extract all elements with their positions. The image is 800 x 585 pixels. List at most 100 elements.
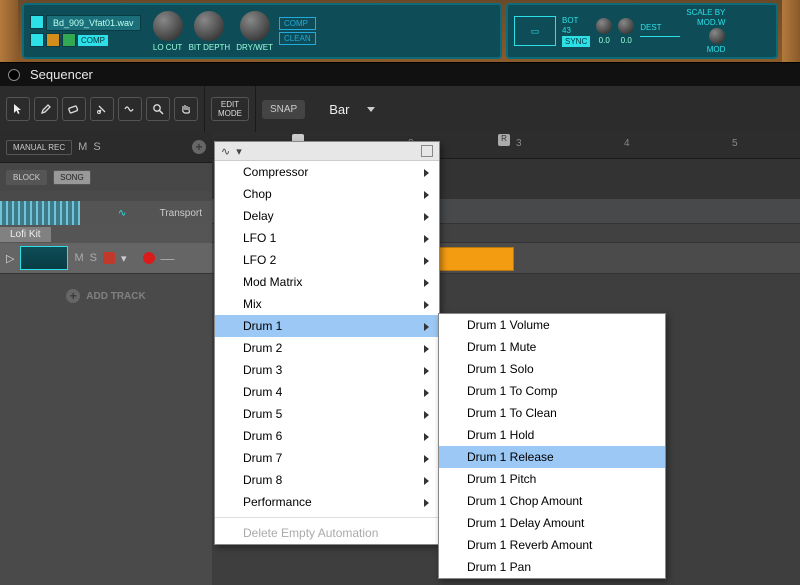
menu-item-performance[interactable]: Performance (215, 491, 439, 513)
menu-item-drum-4[interactable]: Drum 4 (215, 381, 439, 403)
song-button[interactable]: SONG (53, 170, 91, 185)
mute-icon[interactable] (46, 33, 60, 47)
submenu-item-drum-1-mute[interactable]: Drum 1 Mute (439, 336, 665, 358)
knob-mini1[interactable]: 0.0 (596, 18, 612, 45)
dest-line (640, 36, 680, 37)
dash-icon: — (161, 250, 175, 266)
submenu-item-drum-1-pan[interactable]: Drum 1 Pan (439, 556, 665, 578)
automation-icon[interactable]: ∿ (118, 208, 126, 219)
menu-item-lfo-1[interactable]: LFO 1 (215, 227, 439, 249)
close-icon[interactable] (8, 69, 20, 81)
submenu-item-drum-1-reverb-amount[interactable]: Drum 1 Reverb Amount (439, 534, 665, 556)
audio-clip[interactable] (432, 247, 514, 271)
plugin-panel: Bd_909_Vfat01.wav COMP LO CUT BIT DEPTH … (22, 3, 502, 59)
submenu-item-drum-1-solo[interactable]: Drum 1 Solo (439, 358, 665, 380)
menu-item-drum-7[interactable]: Drum 7 (215, 447, 439, 469)
plugin-mod-panel: ▭ BOT 43 SYNC 0.0 0.0 DEST SCALE BY MOD.… (506, 3, 778, 59)
wave-menu-icon[interactable]: ∿ (221, 145, 230, 158)
menu-item-lfo-2[interactable]: LFO 2 (215, 249, 439, 271)
menu-item-drum-8[interactable]: Drum 8 (215, 469, 439, 491)
dest-label: DEST (640, 23, 680, 32)
submenu-item-drum-1-to-clean[interactable]: Drum 1 To Clean (439, 402, 665, 424)
add-icon[interactable]: + (192, 140, 206, 154)
sequencer-header: Sequencer (0, 62, 800, 86)
track-mute[interactable]: M (74, 252, 83, 264)
mute-tool[interactable] (118, 97, 142, 121)
add-track-row[interactable]: + ADD TRACK (0, 282, 212, 310)
lofi-tab[interactable]: Lofi Kit (0, 225, 212, 243)
grid-icon[interactable] (421, 145, 433, 157)
record-arm-icon[interactable] (143, 252, 155, 264)
chevron-down-icon[interactable]: ▾ (236, 145, 242, 158)
master-mute[interactable]: M (78, 141, 87, 153)
wood-left (0, 0, 18, 62)
automation-menu: ∿ ▾ CompressorChopDelayLFO 1LFO 2Mod Mat… (214, 141, 440, 545)
pointer-tool[interactable] (6, 97, 30, 121)
chevron-down-icon[interactable]: ▾ (121, 252, 127, 265)
sync-button[interactable]: SYNC (562, 36, 590, 47)
sample-file-label[interactable]: Bd_909_Vfat01.wav (46, 15, 141, 31)
track-solo[interactable]: S (90, 252, 97, 264)
mod-label: MOD (707, 45, 726, 54)
edit-mode-button[interactable]: EDIT MODE (211, 97, 249, 121)
submenu-item-drum-1-to-comp[interactable]: Drum 1 To Comp (439, 380, 665, 402)
hand-tool[interactable] (174, 97, 198, 121)
knob-bitdepth[interactable]: BIT DEPTH (189, 11, 231, 52)
sequencer-title: Sequencer (30, 67, 93, 82)
loop-icon[interactable] (30, 33, 44, 47)
submenu-item-drum-1-release[interactable]: Drum 1 Release (439, 446, 665, 468)
wave-display[interactable]: ▭ (514, 16, 556, 46)
menu-item-drum-1[interactable]: Drum 1 (215, 315, 439, 337)
razor-tool[interactable] (90, 97, 114, 121)
snap-unit-select[interactable]: Bar (329, 102, 375, 117)
block-button[interactable]: BLOCK (6, 170, 47, 185)
knob-drywet[interactable]: DRY/WET (236, 11, 273, 52)
menu-item-delay[interactable]: Delay (215, 205, 439, 227)
zoom-tool[interactable] (146, 97, 170, 121)
add-track-label: ADD TRACK (86, 291, 145, 302)
submenu-item-drum-1-chop-amount[interactable]: Drum 1 Chop Amount (439, 490, 665, 512)
submenu-item-drum-1-delay-amount[interactable]: Drum 1 Delay Amount (439, 512, 665, 534)
comp-button[interactable]: COMP (279, 17, 316, 30)
scale-by-label: SCALE BY (686, 8, 725, 17)
menu-item-compressor[interactable]: Compressor (215, 161, 439, 183)
submenu-item-drum-1-volume[interactable]: Drum 1 Volume (439, 314, 665, 336)
lofi-track-row[interactable]: ▷ M S ▾ — (0, 243, 212, 274)
submenu-item-drum-1-pitch[interactable]: Drum 1 Pitch (439, 468, 665, 490)
track-header: MANUAL REC M S + (0, 132, 212, 163)
knob-mini2[interactable]: 0.0 (618, 18, 634, 45)
pencil-tool[interactable] (34, 97, 58, 121)
clean-button[interactable]: CLEAN (279, 32, 316, 45)
snap-button[interactable]: SNAP (262, 100, 305, 119)
menu-item-drum-2[interactable]: Drum 2 (215, 337, 439, 359)
menu-separator (215, 517, 439, 518)
eraser-tool[interactable] (62, 97, 86, 121)
menu-item-mix[interactable]: Mix (215, 293, 439, 315)
menu-item-drum-5[interactable]: Drum 5 (215, 403, 439, 425)
play-cue-icon[interactable]: ▷ (6, 252, 14, 265)
transport-track-row[interactable]: ∿ Transport (0, 201, 212, 225)
menu-item-drum-3[interactable]: Drum 3 (215, 359, 439, 381)
menu-item-mod-matrix[interactable]: Mod Matrix (215, 271, 439, 293)
knob-locut[interactable]: LO CUT (153, 11, 183, 52)
automation-toggle[interactable] (103, 252, 115, 264)
mod-w-label: MOD.W (697, 18, 725, 27)
knob-modw[interactable] (709, 28, 725, 44)
ruler-mark: 5 (732, 138, 738, 149)
master-solo[interactable]: S (93, 141, 100, 153)
solo-icon[interactable] (62, 33, 76, 47)
delete-empty-automation: Delete Empty Automation (215, 522, 439, 544)
play-icon[interactable] (30, 15, 44, 29)
display-number: 43 (562, 26, 590, 35)
ruler-mark: 4 (624, 138, 630, 149)
submenu-item-drum-1-hold[interactable]: Drum 1 Hold (439, 424, 665, 446)
wood-right (782, 0, 800, 62)
menu-item-drum-6[interactable]: Drum 6 (215, 425, 439, 447)
menu-item-chop[interactable]: Chop (215, 183, 439, 205)
device-thumb[interactable] (20, 246, 68, 270)
right-locator[interactable]: R (498, 134, 510, 146)
bot-label: BOT (562, 16, 590, 25)
manual-rec-button[interactable]: MANUAL REC (6, 140, 72, 155)
comp-chip[interactable]: COMP (78, 35, 108, 46)
mode-row: BLOCK SONG (0, 163, 212, 191)
